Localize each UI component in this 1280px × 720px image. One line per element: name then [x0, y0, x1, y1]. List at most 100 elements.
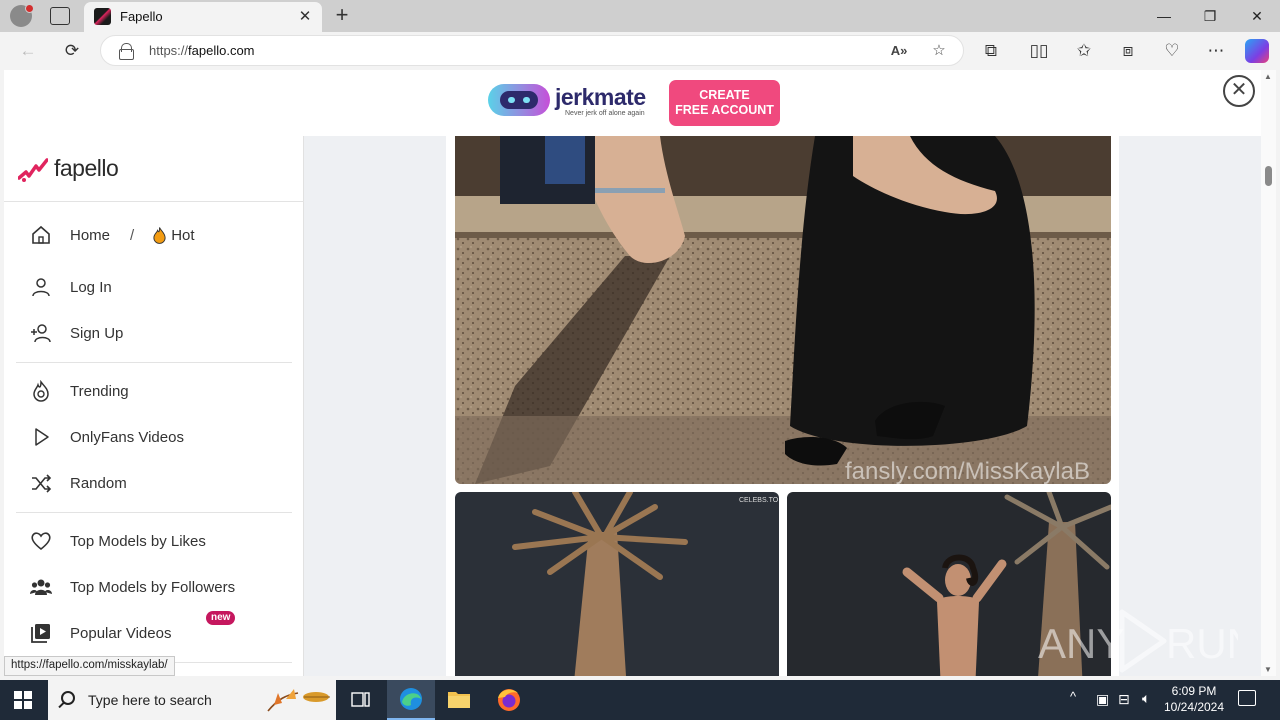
- refresh-icon[interactable]: ⟳: [59, 38, 85, 64]
- nav-random-label: Random: [70, 474, 127, 492]
- tab-actions-icon[interactable]: [50, 7, 70, 25]
- task-view-icon[interactable]: [336, 680, 384, 720]
- taskbar-search-placeholder: Type here to search: [88, 692, 212, 708]
- create-account-button[interactable]: CREATE FREE ACCOUNT: [669, 80, 780, 126]
- nav-trending[interactable]: Trending: [30, 378, 129, 404]
- browser-essentials-icon[interactable]: ♡: [1159, 38, 1185, 64]
- browser-title-bar: Fapello ✕ + — ❐ ✕: [0, 0, 1280, 32]
- windows-start-icon[interactable]: [14, 691, 32, 709]
- notifications-icon[interactable]: [1238, 690, 1256, 706]
- edge-taskbar-icon[interactable]: [387, 680, 435, 720]
- firefox-icon[interactable]: [485, 680, 533, 720]
- network-icon[interactable]: ⊟: [1118, 691, 1130, 708]
- trending-flame-icon: [33, 380, 49, 402]
- tray-expand-chevron-icon[interactable]: ^: [1070, 689, 1076, 704]
- browser-toolbar: ← ⟳ https://fapello.com A» ☆ ⧉ ▯▯ ✩ ⧈ ♡ …: [0, 32, 1280, 70]
- autumn-leaves-icon: [267, 689, 330, 712]
- link-preview-status: https://fapello.com/misskaylab/: [4, 656, 175, 676]
- favorite-star-icon[interactable]: ☆: [927, 39, 951, 63]
- featured-photo: fansly.com/MissKaylaB: [455, 136, 1111, 484]
- volume-icon[interactable]: 🔈︎: [1142, 690, 1150, 707]
- ad-banner[interactable]: jerkmate Never jerk off alone again CREA…: [4, 70, 1261, 136]
- nav-login-label: Log In: [70, 278, 112, 296]
- nav-popular-videos[interactable]: Popular Videos new: [30, 611, 236, 646]
- restore-button[interactable]: ❐: [1190, 4, 1230, 28]
- clock-time: 6:09 PM: [1171, 684, 1217, 698]
- scroll-down-arrow-icon[interactable]: ▼: [1264, 665, 1272, 674]
- nav-signup-label: Sign Up: [70, 324, 124, 342]
- post-thumbnail[interactable]: CELEBS.TO: [455, 492, 779, 676]
- web-content: jerkmate Never jerk off alone again CREA…: [4, 70, 1261, 676]
- sidebar-divider: [4, 201, 304, 202]
- settings-more-icon[interactable]: ⋯: [1203, 38, 1229, 64]
- nav-row-home-hot: Home / Hot: [30, 222, 195, 248]
- scroll-up-arrow-icon[interactable]: ▲: [1264, 72, 1272, 81]
- shuffle-icon: [32, 474, 52, 493]
- hero-watermark-text: fansly.com/MissKaylaB: [845, 458, 1090, 484]
- featured-post-image[interactable]: fansly.com/MissKaylaB: [455, 136, 1111, 484]
- search-icon: [61, 691, 75, 705]
- extensions-icon[interactable]: ⧉: [978, 38, 1004, 64]
- browser-tab-fapello[interactable]: Fapello ✕: [84, 2, 322, 32]
- address-bar[interactable]: https://fapello.com A» ☆: [100, 35, 964, 66]
- site-brand-name: fapello: [54, 155, 119, 181]
- heart-icon: [31, 532, 51, 551]
- play-icon: [35, 428, 49, 446]
- lock-icon[interactable]: [119, 43, 134, 60]
- collections-icon[interactable]: ⧈: [1115, 38, 1141, 64]
- new-badge: new: [206, 611, 236, 625]
- fapello-favicon-icon: [94, 8, 111, 25]
- copilot-icon[interactable]: [1245, 39, 1269, 63]
- tab-close-icon[interactable]: ✕: [294, 6, 316, 28]
- video-library-icon: [31, 624, 50, 643]
- address-url[interactable]: https://fapello.com: [149, 43, 255, 58]
- taskbar-search-box[interactable]: Type here to search: [48, 680, 336, 720]
- ad-brand-name[interactable]: jerkmate: [555, 84, 646, 111]
- device-status-icon[interactable]: ▣: [1096, 691, 1109, 708]
- jerkmate-face-icon: [500, 91, 538, 109]
- site-sidebar: fapello Home / Hot Log In Sign Up Trendi…: [4, 136, 304, 676]
- add-user-icon: [31, 324, 51, 343]
- home-icon[interactable]: [30, 224, 52, 246]
- anyrun-watermark: ANY RUN: [1038, 609, 1238, 673]
- close-ad-icon[interactable]: ✕: [1223, 75, 1255, 107]
- new-tab-button[interactable]: +: [330, 3, 354, 29]
- jerkmate-logo-icon[interactable]: [488, 84, 550, 116]
- cta-line-1: CREATE: [699, 88, 750, 102]
- thumbnail-watermark-text: CELEBS.TO: [739, 497, 779, 504]
- nav-login[interactable]: Log In: [30, 274, 112, 300]
- user-icon: [32, 278, 50, 297]
- fire-icon: [153, 227, 166, 244]
- sidebar-divider: [16, 512, 292, 513]
- nav-top-models-followers[interactable]: Top Models by Followers: [30, 574, 235, 600]
- tab-title: Fapello: [120, 9, 163, 24]
- nav-popular-videos-label: Popular Videos: [70, 624, 172, 642]
- watermark-text-right: RUN: [1166, 620, 1238, 667]
- window-close-button[interactable]: ✕: [1237, 4, 1277, 28]
- scrollbar-thumb[interactable]: [1265, 166, 1272, 186]
- clock-date: 10/24/2024: [1163, 700, 1225, 714]
- nav-onlyfans-videos[interactable]: OnlyFans Videos: [30, 424, 184, 450]
- minimize-button[interactable]: —: [1144, 4, 1184, 28]
- read-aloud-icon[interactable]: A»: [887, 39, 911, 63]
- cta-line-2: FREE ACCOUNT: [675, 103, 774, 117]
- page-scrollbar[interactable]: ▲ ▼: [1261, 70, 1276, 676]
- group-icon: [30, 579, 52, 595]
- ad-tagline: Never jerk off alone again: [565, 110, 645, 117]
- profile-avatar-icon[interactable]: [10, 4, 34, 27]
- taskbar-clock[interactable]: 6:09 PM 10/24/2024: [1152, 683, 1236, 715]
- nav-random[interactable]: Random: [30, 470, 127, 496]
- nav-onlyfans-videos-label: OnlyFans Videos: [70, 428, 184, 446]
- content-feed: fansly.com/MissKaylaB CELEBS.TO: [446, 136, 1119, 676]
- windows-taskbar: Type here to search ^ ▣ ⊟ 🔈︎ 6:09 PM 10/…: [0, 680, 1280, 720]
- file-explorer-icon[interactable]: [435, 680, 483, 720]
- favorites-icon[interactable]: ✩: [1071, 38, 1097, 64]
- nav-signup[interactable]: Sign Up: [30, 320, 123, 346]
- nav-home-link[interactable]: Home: [70, 227, 110, 244]
- nav-top-models-likes-label: Top Models by Likes: [70, 532, 206, 550]
- back-arrow-icon[interactable]: ←: [15, 38, 41, 64]
- nav-top-models-likes[interactable]: Top Models by Likes: [30, 528, 206, 554]
- split-screen-icon[interactable]: ▯▯: [1026, 38, 1052, 64]
- thumbnail-photo-palm: CELEBS.TO: [455, 492, 779, 676]
- nav-hot-link[interactable]: Hot: [171, 227, 194, 244]
